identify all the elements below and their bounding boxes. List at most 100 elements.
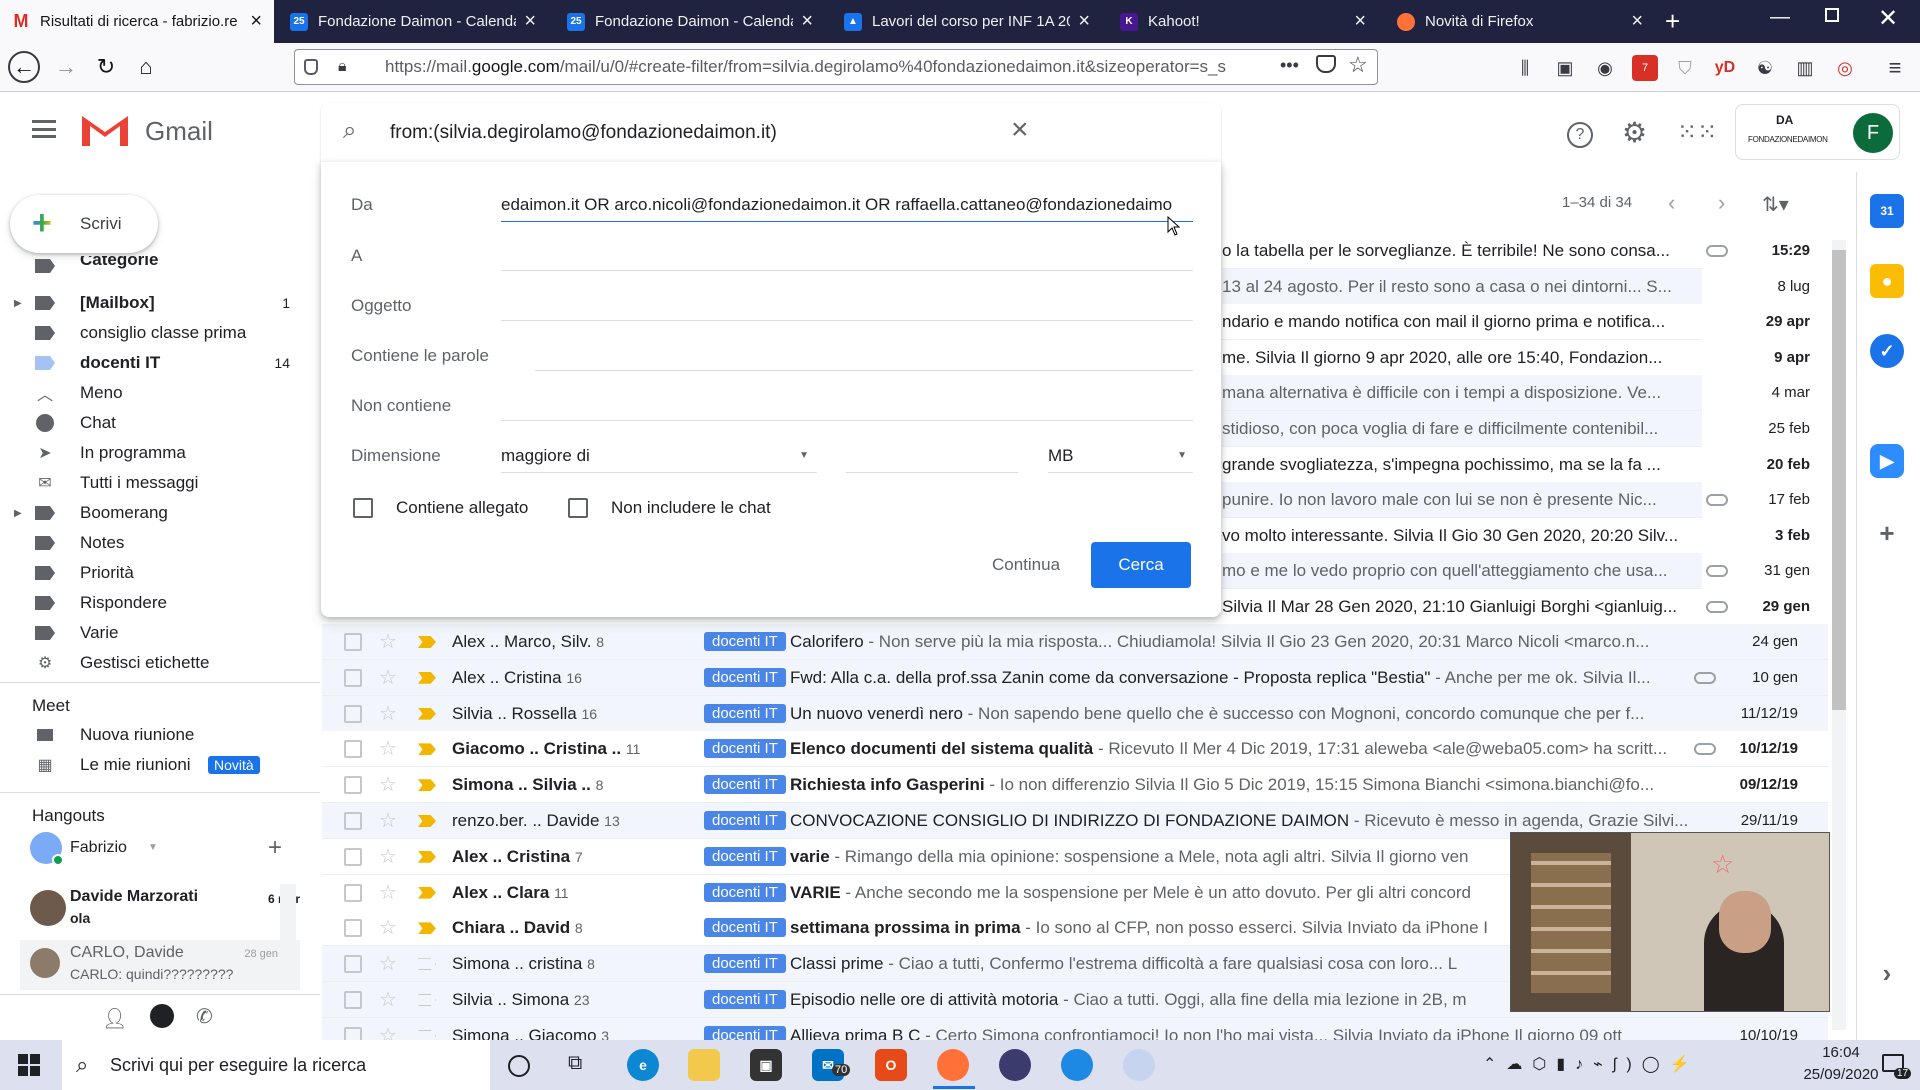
table-row[interactable]: o la tabella per le sorveglianze. È terr… (1222, 233, 1702, 269)
table-row[interactable]: ndario e mando notifica con mail il gior… (1222, 304, 1702, 341)
clock-time[interactable]: 16:04 (1796, 1044, 1886, 1061)
url-bar[interactable]: https://mail. google.com/mail/u/0/#create… (294, 49, 1378, 85)
importance-marker-icon[interactable] (418, 636, 436, 648)
clock-date[interactable]: 25/09/2020 (1796, 1066, 1886, 1083)
importance-marker-icon[interactable] (418, 850, 436, 863)
importance-marker-icon[interactable] (418, 994, 436, 1006)
tasks-addon-icon[interactable]: ✓ (1870, 334, 1904, 368)
importance-marker-icon[interactable] (418, 815, 436, 827)
table-row[interactable]: mo e me lo vedo proprio con quell'attegg… (1222, 553, 1702, 590)
subject-field[interactable] (501, 320, 1193, 321)
settings-gear-icon[interactable]: ⚙ (1622, 116, 1647, 149)
label-chip[interactable]: docenti IT (704, 811, 786, 830)
importance-marker-icon[interactable] (418, 671, 436, 684)
table-row[interactable]: 13 al 24 agosto. Per il resto sono a cas… (1222, 268, 1702, 305)
expand-arrow-icon[interactable]: ▶ (14, 508, 22, 519)
pocket-icon[interactable] (1316, 55, 1336, 73)
office-icon[interactable]: O (875, 1049, 907, 1081)
search-input[interactable]: from:(silvia.degirolamo@fondazionedaimon… (390, 122, 777, 144)
extension-shield-icon[interactable]: ⛉ (1672, 55, 1698, 81)
sidebar-item-docenti-it[interactable]: docenti IT 14 (0, 348, 300, 378)
importance-marker-icon[interactable] (418, 779, 436, 792)
to-field[interactable] (501, 270, 1193, 271)
table-row[interactable]: punire. Io non lavoro male con lui se no… (1222, 482, 1702, 519)
sidebar-icon[interactable]: ▣ (1552, 55, 1578, 81)
tab-classroom[interactable]: ▲ Lavori del corso per INF 1A 20 × (832, 0, 1102, 43)
sidebar-item-in-programma[interactable]: ➤ In programma (0, 438, 300, 468)
record-icon[interactable] (1123, 1049, 1155, 1081)
label-chip[interactable]: docenti IT (704, 775, 786, 795)
apps-grid-icon[interactable]: ⁙⁙ (1677, 118, 1717, 147)
star-icon[interactable]: ☆ (379, 736, 397, 761)
scrollbar[interactable] (280, 884, 296, 984)
label-chip[interactable]: docenti IT (704, 846, 786, 866)
importance-marker-icon[interactable] (418, 886, 436, 899)
extension-grid-icon[interactable]: ▥ (1792, 55, 1818, 81)
zoom-addon-icon[interactable]: ▶ (1870, 444, 1904, 478)
sidebar-item-notes[interactable]: Notes (0, 528, 300, 558)
label-chip[interactable]: docenti IT (704, 739, 786, 759)
importance-marker-icon[interactable] (418, 743, 436, 756)
star-icon[interactable]: ☆ (379, 951, 397, 976)
table-row[interactable]: me. Silvia Il giorno 9 apr 2020, alle or… (1222, 339, 1702, 376)
sort-icon[interactable]: ⇅▾ (1762, 192, 1789, 217)
shield-icon[interactable] (304, 59, 318, 75)
main-menu-icon[interactable] (32, 120, 56, 138)
hangouts-user[interactable]: Fabrizio (70, 839, 127, 857)
lock-icon[interactable]: 🔒︎ (338, 58, 347, 76)
sidebar-item-mailbox[interactable]: ▶ [Mailbox] 1 (0, 288, 300, 318)
add-addon-icon[interactable]: + (1870, 516, 1904, 550)
close-tab-icon[interactable]: × (524, 10, 536, 33)
file-explorer-icon[interactable] (688, 1049, 720, 1081)
row-checkbox[interactable] (344, 812, 362, 830)
windows-start-icon[interactable] (18, 1054, 40, 1076)
close-tab-icon[interactable]: × (1078, 10, 1090, 33)
forward-icon[interactable]: → (50, 51, 82, 83)
tab-firefox-news[interactable]: Novità di Firefox × (1385, 0, 1655, 43)
label-chip[interactable]: docenti IT (704, 990, 786, 1009)
close-tab-icon[interactable]: × (1354, 10, 1366, 33)
gmail-logo-icon[interactable] (80, 112, 130, 148)
sidebar-item-chat[interactable]: Chat (0, 408, 300, 438)
table-row[interactable]: ☆ Alex .. Marco, Silv. 8 docenti IT Calorif… (322, 624, 1828, 660)
table-row[interactable]: Silvia Il Mar 28 Gen 2020, 21:10 Gianlui… (1222, 589, 1702, 625)
sidebar-item-categorie[interactable]: Categorie (0, 256, 300, 276)
sidebar-item-meno[interactable]: ︿ Meno (0, 378, 300, 408)
task-view-icon[interactable]: ⧉ (568, 1052, 582, 1075)
label-chip[interactable]: docenti IT (704, 667, 786, 687)
continue-button[interactable]: Continua (971, 542, 1081, 588)
chat-item[interactable]: Davide Marzorati ola 6 mar (20, 882, 300, 940)
row-checkbox[interactable] (344, 633, 362, 651)
row-checkbox[interactable] (344, 919, 362, 938)
tab-gmail[interactable]: M Risultati di ricerca - fabrizio.re × (0, 0, 274, 43)
table-row[interactable]: ☆ Alex .. Cristina 16 docenti IT Fwd: Alla … (322, 659, 1828, 696)
more-actions-icon[interactable]: ••• (1280, 55, 1299, 76)
sidebar-item-varie[interactable]: Varie (0, 618, 300, 648)
screen-recorder-icon[interactable] (1061, 1049, 1093, 1081)
obs-icon[interactable] (999, 1049, 1031, 1081)
calendar-addon-icon[interactable]: 31 (1870, 194, 1904, 228)
row-checkbox[interactable] (344, 668, 362, 687)
new-tab-icon[interactable]: + (1665, 6, 1680, 37)
keep-addon-icon[interactable]: ● (1870, 264, 1904, 298)
table-row[interactable]: mana alternativa è difficile con i tempi… (1222, 375, 1702, 412)
system-tray-icons[interactable]: ⌃☁⬡▮♪⌁ʃ)◯⚡ (1483, 1054, 1700, 1074)
bookmark-star-icon[interactable]: ☆ (1348, 52, 1368, 78)
importance-marker-icon[interactable] (418, 958, 436, 971)
edge-icon[interactable]: e (627, 1049, 659, 1081)
tab-calendar-2[interactable]: 25 Fondazione Daimon - Calenda × (555, 0, 825, 43)
sidebar-item-tutti[interactable]: ✉ Tutti i messaggi (0, 468, 300, 498)
chat-item[interactable]: CARLO, Davide CARLO: quindi????????? 28 … (20, 940, 300, 990)
new-chat-plus-icon[interactable]: + (268, 834, 282, 862)
scrollbar[interactable] (1832, 240, 1846, 1030)
sidebar-item-boomerang[interactable]: ▶ Boomerang (0, 498, 300, 528)
org-account-chip[interactable]: DA FONDAZIONEDAIMON F (1735, 104, 1900, 160)
close-tab-icon[interactable]: × (1631, 10, 1643, 33)
row-checkbox[interactable] (344, 955, 362, 974)
store-icon[interactable]: ▣ (750, 1049, 782, 1081)
importance-marker-icon[interactable] (418, 707, 436, 720)
label-chip[interactable]: docenti IT (704, 882, 786, 902)
hangouts-icon[interactable] (150, 1004, 174, 1028)
expand-arrow-icon[interactable]: ▶ (14, 298, 22, 309)
importance-marker-icon[interactable] (418, 922, 436, 935)
